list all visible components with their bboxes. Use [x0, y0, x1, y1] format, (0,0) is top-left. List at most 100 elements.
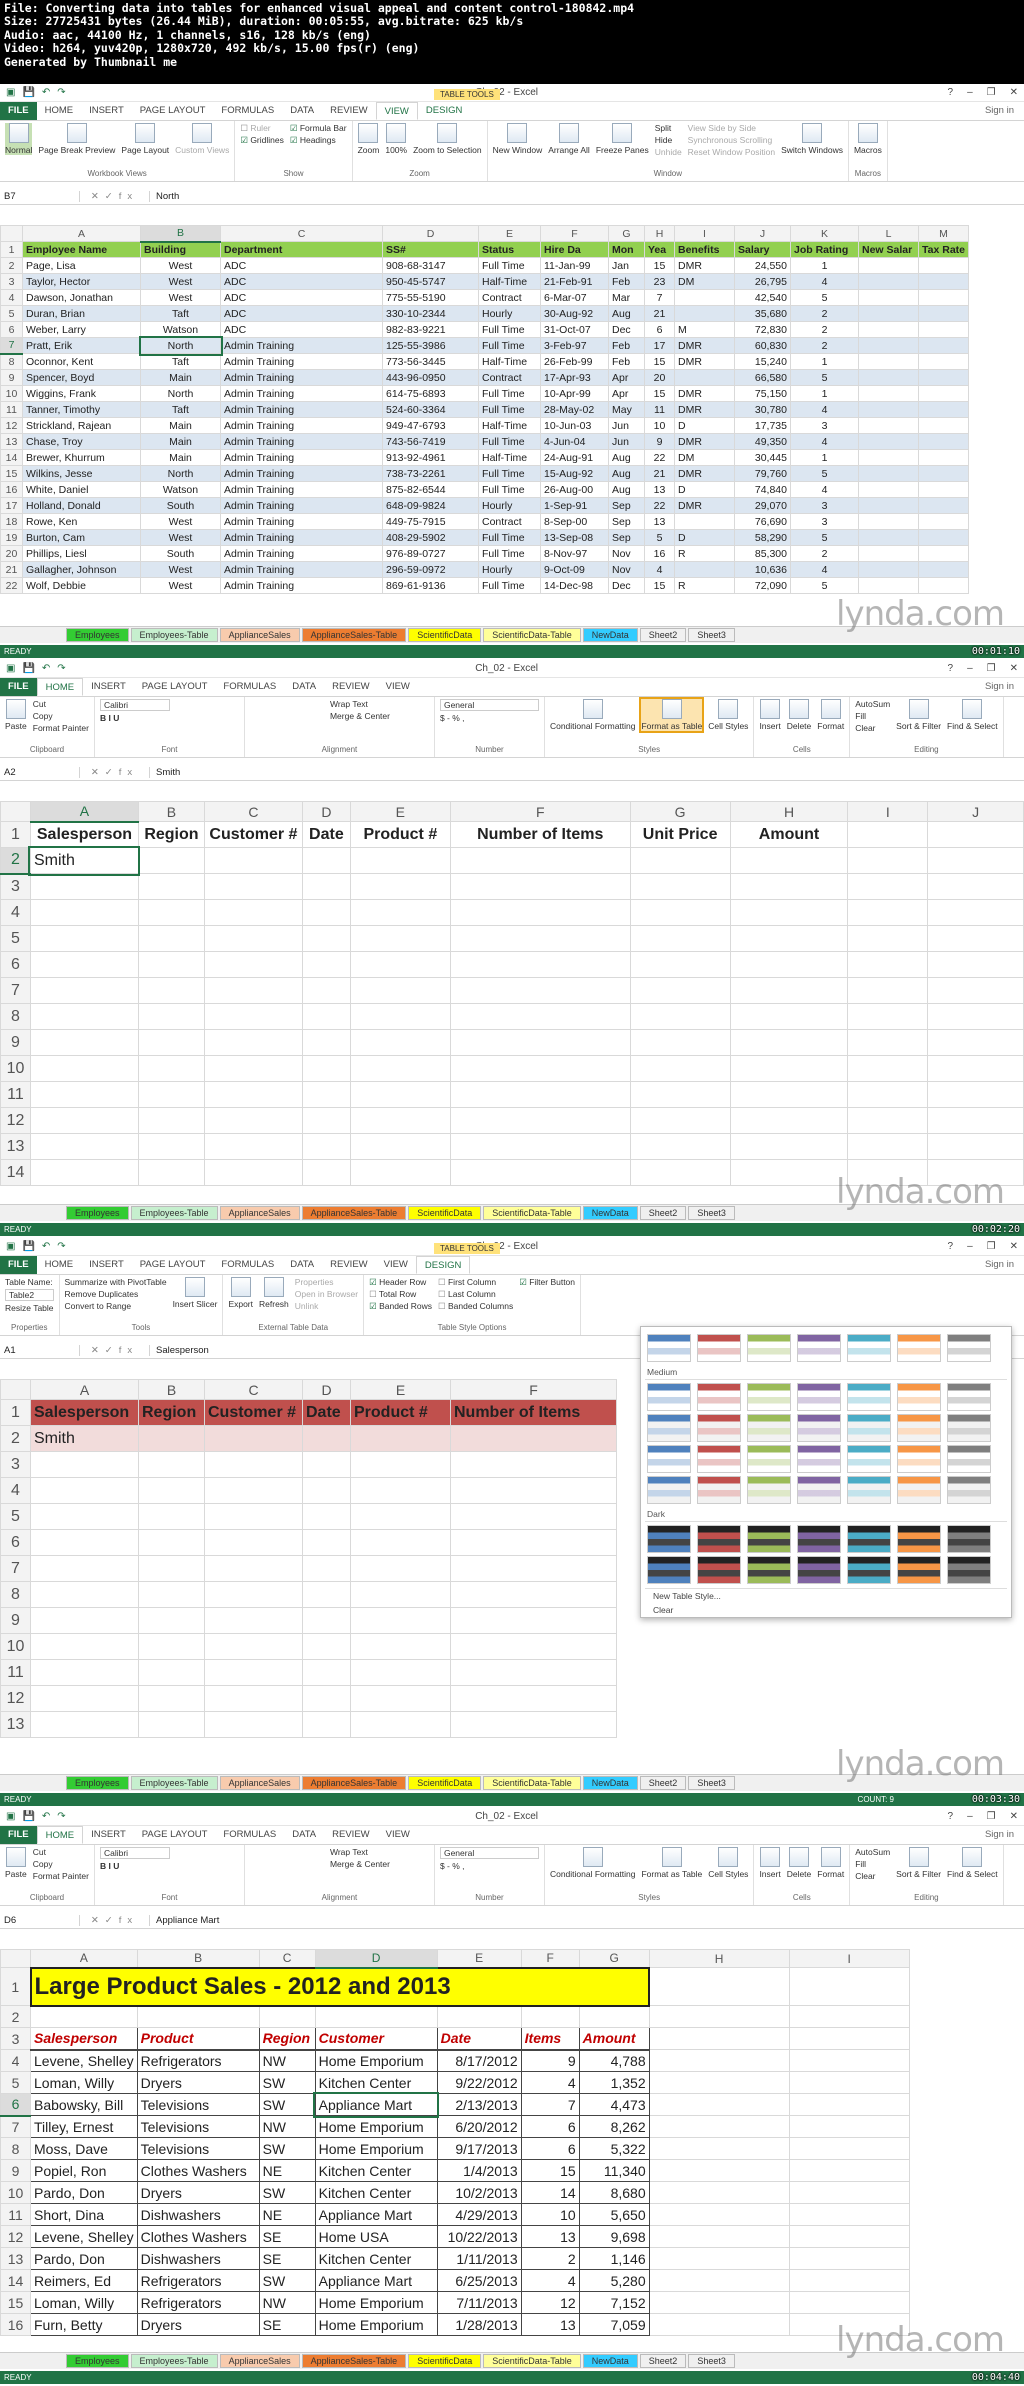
grid-cell[interactable] — [927, 821, 1024, 848]
cut-button[interactable]: Cut — [33, 1847, 89, 1857]
table-cell[interactable]: 913-92-4961 — [382, 449, 479, 466]
table-style-swatch[interactable] — [947, 1556, 991, 1584]
name-box[interactable]: A1 — [0, 1344, 80, 1356]
grid-cell[interactable] — [301, 951, 351, 978]
grid-cell[interactable] — [729, 1133, 849, 1160]
grid-cell[interactable] — [138, 1503, 205, 1530]
table-header-cell[interactable]: Employee Name — [22, 241, 141, 258]
data-cell[interactable]: 12 — [520, 2291, 580, 2314]
grid-cell[interactable] — [301, 1081, 351, 1108]
table-cell[interactable]: Aug — [608, 449, 645, 466]
table-cell[interactable]: 1 — [790, 385, 859, 402]
row-header[interactable]: 17 — [0, 497, 23, 514]
row-header[interactable]: 4 — [0, 1477, 31, 1504]
table-cell[interactable] — [858, 545, 919, 562]
table-cell[interactable]: Admin Training — [220, 513, 383, 530]
new-table-style-link[interactable]: New Table Style... — [645, 1588, 1007, 1603]
grid-cell[interactable] — [30, 1451, 139, 1478]
table-cell[interactable]: 1 — [790, 353, 859, 370]
table-style-swatch[interactable] — [697, 1414, 741, 1442]
grid-cell[interactable] — [847, 1003, 929, 1030]
sheet-tab[interactable]: Employees-Table — [130, 1206, 218, 1220]
grid-cell[interactable] — [648, 2181, 790, 2204]
table-cell[interactable] — [918, 321, 969, 338]
table-cell[interactable]: D — [674, 481, 735, 498]
row-header[interactable]: 3 — [0, 1451, 31, 1478]
table-style-swatch[interactable] — [747, 1476, 791, 1504]
grid-cell[interactable] — [729, 899, 849, 926]
table-cell[interactable]: Full Time — [478, 545, 541, 562]
row-header[interactable]: 11 — [0, 2203, 31, 2226]
table-cell[interactable]: Phillips, Liesl — [22, 545, 141, 562]
table-cell[interactable]: Hourly — [478, 305, 541, 322]
grid-cell[interactable] — [314, 2005, 438, 2028]
grid-cell[interactable] — [788, 2159, 910, 2182]
column-header[interactable]: F — [449, 801, 631, 822]
grid-cell[interactable] — [138, 1581, 205, 1608]
table-cell[interactable]: 23 — [644, 273, 675, 290]
table-cell[interactable]: 7 — [644, 289, 675, 306]
column-header[interactable]: H — [648, 1949, 790, 1968]
insert-cells-button[interactable]: Insert — [759, 699, 781, 731]
tab-data[interactable]: DATA — [282, 102, 322, 120]
table-cell[interactable] — [858, 529, 919, 546]
row-header[interactable]: 13 — [0, 1133, 31, 1160]
data-cell[interactable]: 9,698 — [578, 2225, 650, 2248]
table-style-swatch[interactable] — [797, 1383, 841, 1411]
table-cell[interactable]: 21 — [644, 465, 675, 482]
table-cell[interactable]: 949-47-6793 — [382, 417, 479, 434]
grid-cell[interactable] — [203, 1107, 303, 1134]
grid-cell[interactable] — [350, 1451, 451, 1478]
grid-cell[interactable] — [301, 1107, 351, 1134]
grid-cell[interactable] — [301, 1055, 351, 1082]
row-header[interactable]: 3 — [0, 273, 23, 290]
table-cell[interactable]: DMR — [674, 497, 735, 514]
sync-scrolling-button[interactable]: Synchronous Scrolling — [688, 135, 775, 145]
table-cell[interactable]: West — [140, 577, 221, 594]
data-cell[interactable]: 1,146 — [578, 2247, 650, 2270]
conditional-formatting-button[interactable]: Conditional Formatting — [550, 1847, 635, 1879]
tab-home[interactable]: HOME — [37, 102, 82, 120]
table-cell[interactable]: Feb — [608, 273, 645, 290]
data-cell[interactable]: Refrigerators — [136, 2049, 260, 2072]
sheet-tab[interactable]: ApplianceSales-Table — [301, 2354, 407, 2368]
grid-cell[interactable] — [449, 899, 631, 926]
sheet-tab[interactable]: ScientificData-Table — [483, 2354, 581, 2368]
table-cell[interactable]: 5 — [644, 529, 675, 546]
table-cell[interactable]: 908-68-3147 — [382, 257, 479, 274]
table-cell[interactable]: 8-Nov-97 — [540, 545, 609, 562]
table-cell[interactable]: Nov — [608, 561, 645, 578]
table-cell[interactable]: 30,445 — [734, 449, 791, 466]
grid-cell[interactable] — [203, 899, 303, 926]
tab-view[interactable]: VIEW — [376, 1256, 416, 1274]
tab-view[interactable]: VIEW — [375, 102, 418, 120]
column-header[interactable]: E — [350, 1379, 451, 1400]
table-cell[interactable]: Wolf, Debbie — [22, 577, 141, 594]
table-cell[interactable]: Rowe, Ken — [22, 513, 141, 530]
row-header[interactable]: 2 — [0, 2005, 31, 2028]
table-cell[interactable]: Sep — [608, 497, 645, 514]
column-header[interactable]: J — [734, 225, 791, 242]
header-cell[interactable]: Unit Price — [629, 821, 731, 848]
data-cell[interactable]: NW — [258, 2049, 316, 2072]
table-cell[interactable] — [918, 289, 969, 306]
data-cell[interactable]: 8/17/2012 — [436, 2049, 522, 2072]
table-cell[interactable] — [674, 369, 735, 386]
grid-cell[interactable] — [927, 1029, 1024, 1056]
grid-cell[interactable] — [788, 2269, 910, 2292]
header-cell[interactable]: Region — [137, 821, 205, 848]
data-cell[interactable]: Kitchen Center — [314, 2071, 438, 2094]
data-cell[interactable]: 8,262 — [578, 2115, 650, 2138]
data-cell[interactable]: Pardo, Don — [30, 2247, 138, 2270]
paste-button[interactable]: Paste — [5, 699, 27, 731]
macros-button[interactable]: Macros — [854, 123, 882, 155]
table-style-swatch[interactable] — [847, 1414, 891, 1442]
grid-cell[interactable] — [648, 2115, 790, 2138]
grid-cell[interactable] — [204, 1659, 303, 1686]
table-cell[interactable]: 30-Aug-92 — [540, 305, 609, 322]
grid-cell[interactable] — [302, 1529, 351, 1556]
grid-cell[interactable] — [578, 2005, 650, 2028]
row-header[interactable]: 2 — [0, 1425, 31, 1452]
column-header[interactable]: E — [436, 1949, 522, 1968]
sheet-tab[interactable]: Employees-Table — [130, 1776, 218, 1790]
